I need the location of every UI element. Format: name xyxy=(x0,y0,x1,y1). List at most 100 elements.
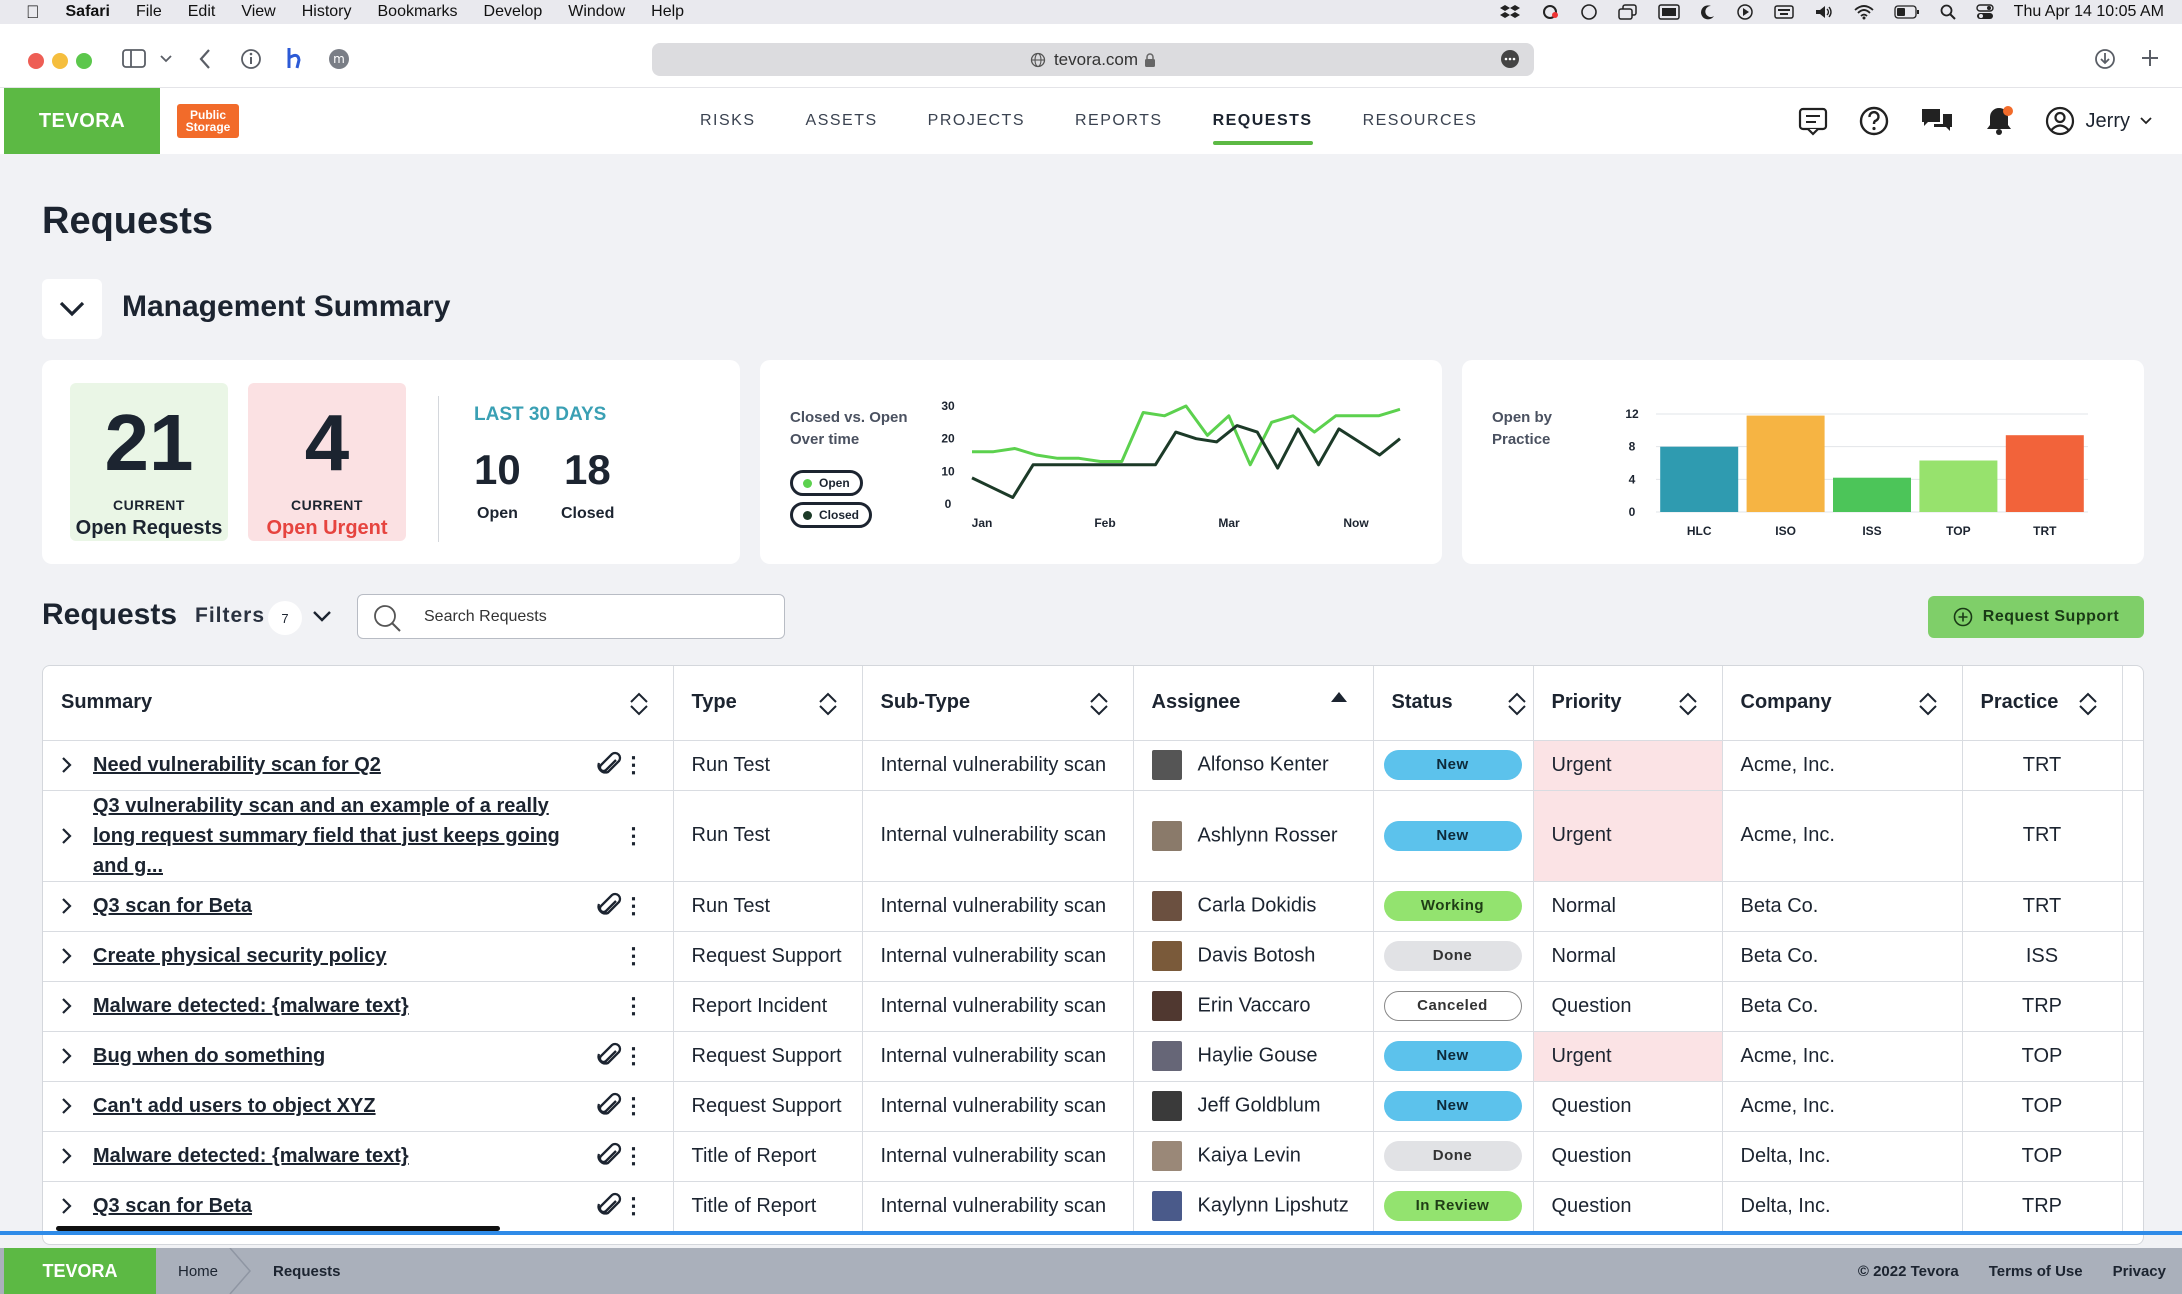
nav-reports[interactable]: REPORTS xyxy=(1075,88,1163,154)
row-actions-kebab-icon[interactable]: ⋮ xyxy=(623,1095,645,1117)
menu-history[interactable]: History xyxy=(302,3,352,21)
attachment-paperclip-icon[interactable] xyxy=(596,1092,623,1120)
kpi-open-urgent[interactable]: 4 CURRENT Open Urgent xyxy=(248,383,406,541)
spotlight-search-icon[interactable] xyxy=(1940,4,1956,20)
menu-help[interactable]: Help xyxy=(651,3,684,21)
request-summary-link[interactable]: Can't add users to object XYZ xyxy=(93,1091,673,1121)
kpi-open-requests[interactable]: 21 CURRENT Open Requests xyxy=(70,383,228,541)
battery-icon[interactable] xyxy=(1894,5,1920,19)
nav-requests[interactable]: REQUESTS xyxy=(1212,88,1313,154)
chevron-down-icon[interactable] xyxy=(160,54,172,64)
table-row[interactable]: Malware detected: {malware text} ⋮ Report … xyxy=(43,981,2143,1032)
window-close-button[interactable] xyxy=(28,53,44,69)
column-header-summary[interactable]: Summary xyxy=(43,666,674,741)
chat-icon[interactable] xyxy=(1920,106,1954,136)
request-summary-link[interactable]: Malware detected: {malware text} xyxy=(93,991,673,1021)
sort-icon[interactable] xyxy=(1678,692,1698,716)
table-row[interactable]: Q3 scan for Beta ⋮ Title of Report Internal… xyxy=(43,1181,2143,1232)
legend-open-pill[interactable]: Open xyxy=(790,470,863,496)
dropbox-icon[interactable] xyxy=(1499,4,1520,20)
creative-cloud-icon[interactable] xyxy=(1540,4,1560,20)
column-header-company[interactable]: Company xyxy=(1722,666,1963,741)
sort-icon[interactable] xyxy=(629,692,649,716)
column-header-priority[interactable]: Priority xyxy=(1533,666,1723,741)
row-actions-kebab-icon[interactable]: ⋮ xyxy=(623,1045,645,1067)
honey-extension-icon[interactable] xyxy=(284,46,304,72)
request-summary-link[interactable]: Q3 scan for Beta xyxy=(93,1191,673,1221)
back-arrow-icon[interactable] xyxy=(198,48,212,70)
request-summary-link[interactable]: Q3 scan for Beta xyxy=(93,891,673,921)
status-badge[interactable]: New xyxy=(1383,1041,1522,1071)
table-row[interactable]: Q3 scan for Beta ⋮ Run Test Internal vulner… xyxy=(43,881,2143,932)
feedback-icon[interactable] xyxy=(1798,106,1828,136)
menu-app-name[interactable]: Safari xyxy=(66,3,110,21)
request-summary-link[interactable]: Need vulnerability scan for Q2 xyxy=(93,750,673,780)
attachment-paperclip-icon[interactable] xyxy=(596,1142,623,1170)
table-row[interactable]: Create physical security policy ⋮ Request … xyxy=(43,931,2143,982)
menu-view[interactable]: View xyxy=(241,3,275,21)
window-zoom-button[interactable] xyxy=(76,53,92,69)
attachment-paperclip-icon[interactable] xyxy=(596,751,623,779)
help-icon[interactable] xyxy=(1858,105,1890,137)
window-minimize-button[interactable] xyxy=(52,53,68,69)
column-header-type[interactable]: Type xyxy=(673,666,863,741)
menu-window[interactable]: Window xyxy=(568,3,625,21)
notifications-bell-icon[interactable] xyxy=(1984,105,2014,137)
expand-row-chevron-icon[interactable] xyxy=(61,1197,73,1215)
sort-icon[interactable] xyxy=(1507,692,1527,716)
collapse-summary-button[interactable] xyxy=(42,279,102,339)
address-bar[interactable]: tevora.com xyxy=(652,43,1534,76)
expand-row-chevron-icon[interactable] xyxy=(61,997,73,1015)
menu-file[interactable]: File xyxy=(136,3,162,21)
column-header-practice[interactable]: Practice xyxy=(1962,666,2123,741)
table-row[interactable]: Q3 vulnerability scan and an example of … xyxy=(43,790,2143,882)
filters-chevron-down-icon[interactable] xyxy=(312,610,332,624)
control-center-icon[interactable] xyxy=(1975,4,1994,20)
apple-menu-icon[interactable]:  xyxy=(26,2,40,23)
expand-row-chevron-icon[interactable] xyxy=(61,756,73,774)
nav-projects[interactable]: PROJECTS xyxy=(928,88,1025,154)
table-row[interactable]: Malware detected: {malware text} ⋮ Title o… xyxy=(43,1131,2143,1182)
circle-status-icon[interactable] xyxy=(1580,3,1598,21)
table-row[interactable]: Need vulnerability scan for Q2 ⋮ Run Test I… xyxy=(43,740,2143,791)
menu-develop[interactable]: Develop xyxy=(484,3,543,21)
request-summary-link[interactable]: Create physical security policy xyxy=(93,941,673,971)
footer-tevora-logo[interactable]: TEVORA xyxy=(4,1248,156,1294)
menu-edit[interactable]: Edit xyxy=(188,3,216,21)
bar-iso[interactable] xyxy=(1746,415,1825,512)
expand-row-chevron-icon[interactable] xyxy=(61,1047,73,1065)
sort-icon[interactable] xyxy=(1918,692,1938,716)
row-actions-kebab-icon[interactable]: ⋮ xyxy=(623,945,645,967)
row-actions-kebab-icon[interactable]: ⋮ xyxy=(623,895,645,917)
sort-icon[interactable] xyxy=(2078,692,2098,716)
status-badge[interactable]: New xyxy=(1383,1091,1522,1121)
breadcrumb-home[interactable]: Home xyxy=(178,1248,218,1294)
row-actions-kebab-icon[interactable]: ⋮ xyxy=(623,754,645,776)
downloads-icon[interactable] xyxy=(2094,48,2116,70)
sort-ascending-icon[interactable] xyxy=(1329,690,1349,704)
attachment-paperclip-icon[interactable] xyxy=(596,892,623,920)
nav-risks[interactable]: RISKS xyxy=(700,88,756,154)
request-support-button[interactable]: Request Support xyxy=(1928,596,2144,638)
request-summary-link[interactable]: Malware detected: {malware text} xyxy=(93,1141,673,1171)
table-row[interactable]: Bug when do something ⋮ Request Support Int… xyxy=(43,1031,2143,1082)
status-badge[interactable]: New xyxy=(1383,750,1522,780)
request-summary-link[interactable]: Q3 vulnerability scan and an example of … xyxy=(93,791,673,881)
attachment-paperclip-icon[interactable] xyxy=(596,1192,623,1220)
tevora-logo[interactable]: TEVORA xyxy=(4,88,160,154)
play-circle-icon[interactable] xyxy=(1736,3,1754,21)
footer-terms-link[interactable]: Terms of Use xyxy=(1989,1263,2083,1280)
window-stack-icon[interactable] xyxy=(1617,4,1638,20)
filters-button[interactable]: Filters xyxy=(195,604,265,628)
nav-resources[interactable]: RESOURCES xyxy=(1363,88,1478,154)
row-actions-kebab-icon[interactable]: ⋮ xyxy=(623,1195,645,1217)
menubar-datetime[interactable]: Thu Apr 14 10:05 AM xyxy=(2014,3,2164,21)
bar-top[interactable] xyxy=(1919,460,1998,513)
column-header-status[interactable]: Status xyxy=(1373,666,1534,741)
row-actions-kebab-icon[interactable]: ⋮ xyxy=(623,1145,645,1167)
status-badge[interactable]: Canceled xyxy=(1383,991,1522,1021)
expand-row-chevron-icon[interactable] xyxy=(61,827,73,845)
legend-closed-pill[interactable]: Closed xyxy=(790,502,873,528)
user-menu[interactable]: Jerry xyxy=(2044,105,2152,137)
status-badge[interactable]: Working xyxy=(1383,891,1522,921)
